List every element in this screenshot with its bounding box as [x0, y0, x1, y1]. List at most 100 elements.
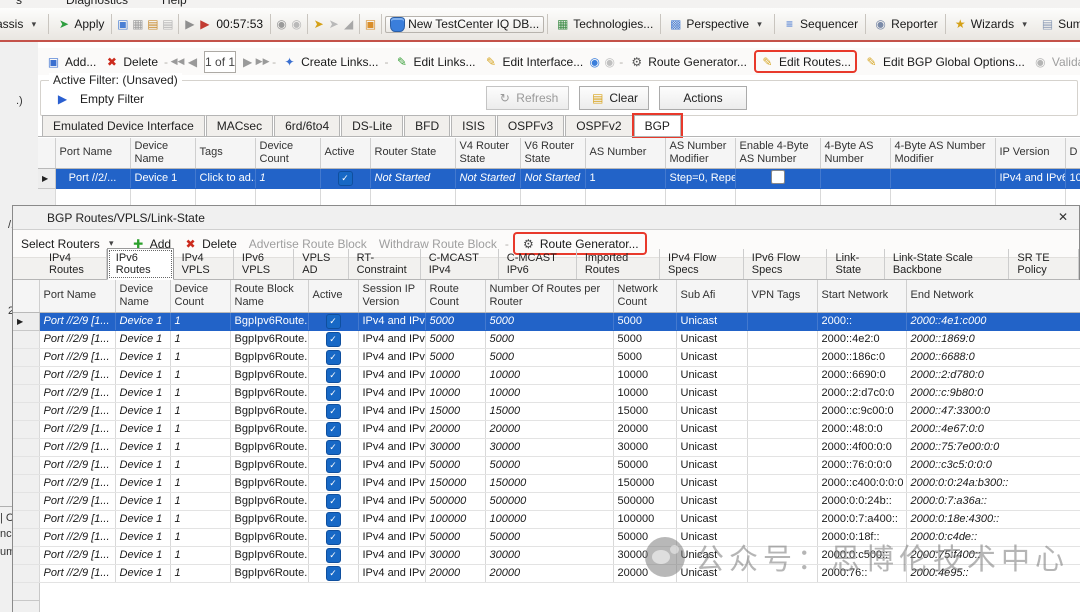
- col-partial[interactable]: D: [1065, 138, 1080, 168]
- cell-route-count[interactable]: 30000: [425, 438, 485, 456]
- cell-vpn-tags[interactable]: [747, 384, 817, 402]
- active-checkbox[interactable]: ✓: [338, 171, 353, 186]
- row-selector[interactable]: [13, 384, 39, 402]
- cell-vpn-tags[interactable]: [747, 510, 817, 528]
- col-active[interactable]: Active: [308, 280, 358, 312]
- cell-port[interactable]: Port //2/9 [1...: [39, 474, 115, 492]
- route-row[interactable]: Port //2/9 [1... Device 1 1 BgpIpv6Route…: [13, 438, 1080, 456]
- cell-active[interactable]: ✓: [308, 564, 358, 582]
- active-checkbox[interactable]: ✓: [326, 566, 341, 581]
- cell-as-modifier[interactable]: Step=0, Repe...: [665, 168, 735, 188]
- cell-per-router[interactable]: 150000: [485, 474, 613, 492]
- cell-vpn-tags[interactable]: [747, 366, 817, 384]
- cell-device-count[interactable]: 1: [170, 474, 230, 492]
- col-route-block-name[interactable]: Route Block Name: [230, 280, 308, 312]
- cell-route-count[interactable]: 150000: [425, 474, 485, 492]
- route-generator-button[interactable]: ⚙ Route Generator...: [625, 52, 751, 71]
- col-device-count[interactable]: Device Count: [255, 138, 320, 168]
- sequencer-button[interactable]: ≡ Sequencer: [778, 17, 862, 32]
- row-selector[interactable]: [13, 546, 39, 564]
- cell-per-router[interactable]: 5000: [485, 330, 613, 348]
- row-selector[interactable]: [13, 456, 39, 474]
- cell-port[interactable]: Port //2/9 [1...: [39, 438, 115, 456]
- cell-device-count[interactable]: 1: [170, 546, 230, 564]
- cell-vpn-tags[interactable]: [747, 330, 817, 348]
- cell-route-count[interactable]: 50000: [425, 528, 485, 546]
- cell-end-network[interactable]: 2000:0:18e:4300::: [906, 510, 1080, 528]
- cell-vpn-tags[interactable]: [747, 492, 817, 510]
- cell-start-network[interactable]: 2000::: [817, 312, 906, 330]
- tab-macsec[interactable]: MACsec: [206, 115, 273, 137]
- cell-session-ip[interactable]: IPv4 and IPv6: [358, 528, 425, 546]
- cell-route-block[interactable]: BgpIpv6Route...: [230, 420, 308, 438]
- active-checkbox[interactable]: ✓: [326, 512, 341, 527]
- cell-end-network[interactable]: 2000::4e1:c000: [906, 312, 1080, 330]
- cell-device-count[interactable]: 1: [170, 564, 230, 582]
- tab-ipv6-routes[interactable]: IPv6 Routes: [107, 248, 174, 280]
- cell-route-count[interactable]: 5000: [425, 312, 485, 330]
- cell-vpn-tags[interactable]: [747, 438, 817, 456]
- cell-tags[interactable]: Click to ad...: [195, 168, 255, 188]
- cell-vpn-tags[interactable]: [747, 420, 817, 438]
- export-config-icon[interactable]: ▤: [160, 17, 175, 32]
- cell-device[interactable]: Device 1: [115, 438, 170, 456]
- tab-ds-lite[interactable]: DS-Lite: [341, 115, 403, 137]
- tab-ipv4-vpls[interactable]: IPv4 VPLS: [174, 249, 234, 279]
- cell-vpn-tags[interactable]: [747, 546, 817, 564]
- cell-start-network[interactable]: 2000:76::: [817, 564, 906, 582]
- unlock-icon[interactable]: ◢: [341, 17, 356, 32]
- row-selector[interactable]: [13, 528, 39, 546]
- row-selector[interactable]: [13, 564, 39, 582]
- col-enable-4byte[interactable]: Enable 4-Byte AS Number: [735, 138, 820, 168]
- cell-port[interactable]: Port //2/9 [1...: [39, 330, 115, 348]
- tab-sr-te-policy[interactable]: SR TE Policy: [1009, 249, 1079, 279]
- col-start-network[interactable]: Start Network: [817, 280, 906, 312]
- cell-network-count[interactable]: 50000: [613, 456, 676, 474]
- cell-ip-version[interactable]: IPv4 and IPv6: [995, 168, 1065, 188]
- cell-device[interactable]: Device 1: [115, 564, 170, 582]
- col-device-count[interactable]: Device Count: [170, 280, 230, 312]
- active-checkbox[interactable]: ✓: [326, 530, 341, 545]
- active-checkbox[interactable]: ✓: [326, 386, 341, 401]
- edit-bgp-global-button[interactable]: ✎ Edit BGP Global Options...: [860, 52, 1029, 71]
- cell-device[interactable]: Device 1: [115, 456, 170, 474]
- cell-active[interactable]: ✓: [308, 366, 358, 384]
- cell-port[interactable]: Port //2/9 [1...: [39, 312, 115, 330]
- cell-device[interactable]: Device 1: [115, 510, 170, 528]
- cell-per-router[interactable]: 50000: [485, 456, 613, 474]
- add-device-button[interactable]: ▣ Add...: [42, 52, 100, 71]
- cell-session-ip[interactable]: IPv4 and IPv6: [358, 312, 425, 330]
- cell-start-network[interactable]: 2000:0:7:a400::: [817, 510, 906, 528]
- route-row[interactable]: Port //2/9 [1... Device 1 1 BgpIpv6Route…: [13, 456, 1080, 474]
- tab-ipv6-vpls[interactable]: IPv6 VPLS: [234, 249, 294, 279]
- cell-route-block[interactable]: BgpIpv6Route...: [230, 348, 308, 366]
- cell-start-network[interactable]: 2000:0:18f::: [817, 528, 906, 546]
- cell-device-count[interactable]: 1: [170, 528, 230, 546]
- cell-device-count[interactable]: 1: [170, 492, 230, 510]
- active-checkbox[interactable]: ✓: [326, 368, 341, 383]
- cell-port[interactable]: Port //2/9 [1...: [39, 546, 115, 564]
- cell-start-network[interactable]: 2000::76:0:0:0: [817, 456, 906, 474]
- cell-route-count[interactable]: 10000: [425, 366, 485, 384]
- cell-session-ip[interactable]: IPv4 and IPv6: [358, 438, 425, 456]
- tab-cmcast-ipv6[interactable]: C-MCAST IPv6: [499, 249, 577, 279]
- cell-port[interactable]: Port //2/9 [1...: [39, 510, 115, 528]
- cell-route-count[interactable]: 5000: [425, 330, 485, 348]
- cell-route-count[interactable]: 100000: [425, 510, 485, 528]
- cell-active[interactable]: ✓: [308, 492, 358, 510]
- cell-4byte-as[interactable]: [820, 168, 890, 188]
- cell-device-count[interactable]: 1: [170, 420, 230, 438]
- row-selector[interactable]: [13, 312, 39, 330]
- tab-ipv6-flow-specs[interactable]: IPv6 Flow Specs: [744, 249, 828, 279]
- cell-route-block[interactable]: BgpIpv6Route...: [230, 528, 308, 546]
- row-selector[interactable]: [13, 474, 39, 492]
- menu-help[interactable]: Help: [162, 0, 187, 7]
- cell-port[interactable]: Port //2/9 [1...: [39, 402, 115, 420]
- cell-route-count[interactable]: 5000: [425, 348, 485, 366]
- cell-session-ip[interactable]: IPv4 and IPv6: [358, 456, 425, 474]
- cell-end-network[interactable]: 2000::2:d780:0: [906, 366, 1080, 384]
- cell-per-router[interactable]: 5000: [485, 312, 613, 330]
- cell-session-ip[interactable]: IPv4 and IPv6: [358, 492, 425, 510]
- route-row[interactable]: Port //2/9 [1... Device 1 1 BgpIpv6Route…: [13, 492, 1080, 510]
- cell-end-network[interactable]: 2000:4e95::: [906, 564, 1080, 582]
